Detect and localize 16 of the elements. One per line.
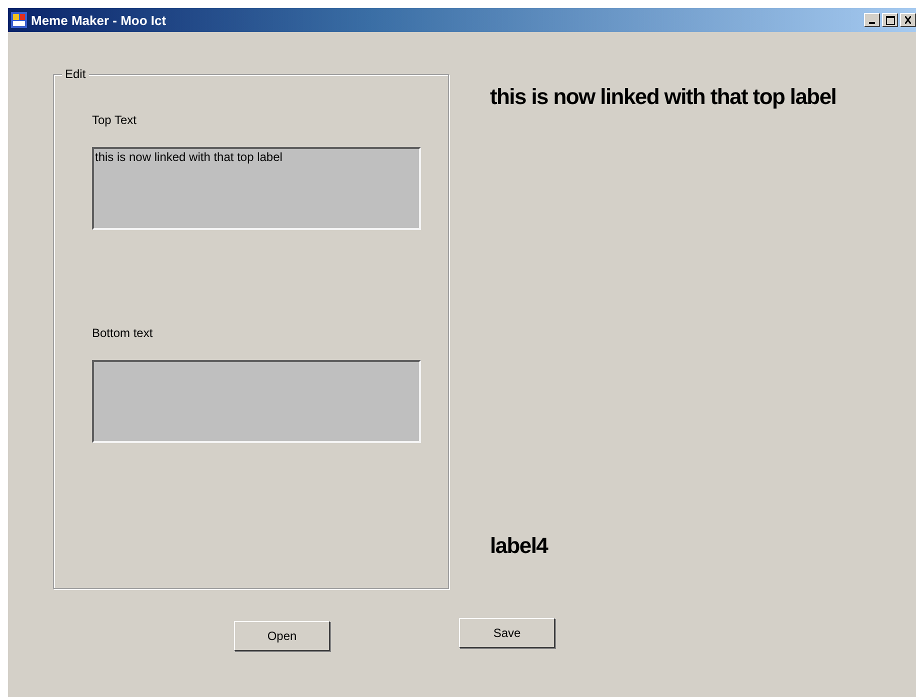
field-label: Top Text: [92, 113, 136, 127]
window-title: Meme Maker - Moo Ict: [31, 12, 168, 28]
field-label: Bottom text: [92, 326, 153, 340]
open-button[interactable]: Open: [234, 621, 330, 651]
close-button[interactable]: [900, 13, 916, 27]
top-meme-label: this is now linked with that top label: [490, 84, 836, 110]
text-field[interactable]: this is now linked with that top label: [92, 147, 421, 230]
text-field[interactable]: [92, 360, 421, 443]
app-icon: [11, 12, 27, 28]
bottom-meme-label: label4: [490, 533, 548, 559]
save-button[interactable]: Save: [459, 618, 555, 648]
maximize-button[interactable]: [882, 13, 898, 27]
minimize-button[interactable]: [864, 13, 880, 27]
maximize-icon: [886, 16, 894, 24]
group-title: Edit: [62, 67, 89, 81]
close-icon: [905, 16, 911, 24]
